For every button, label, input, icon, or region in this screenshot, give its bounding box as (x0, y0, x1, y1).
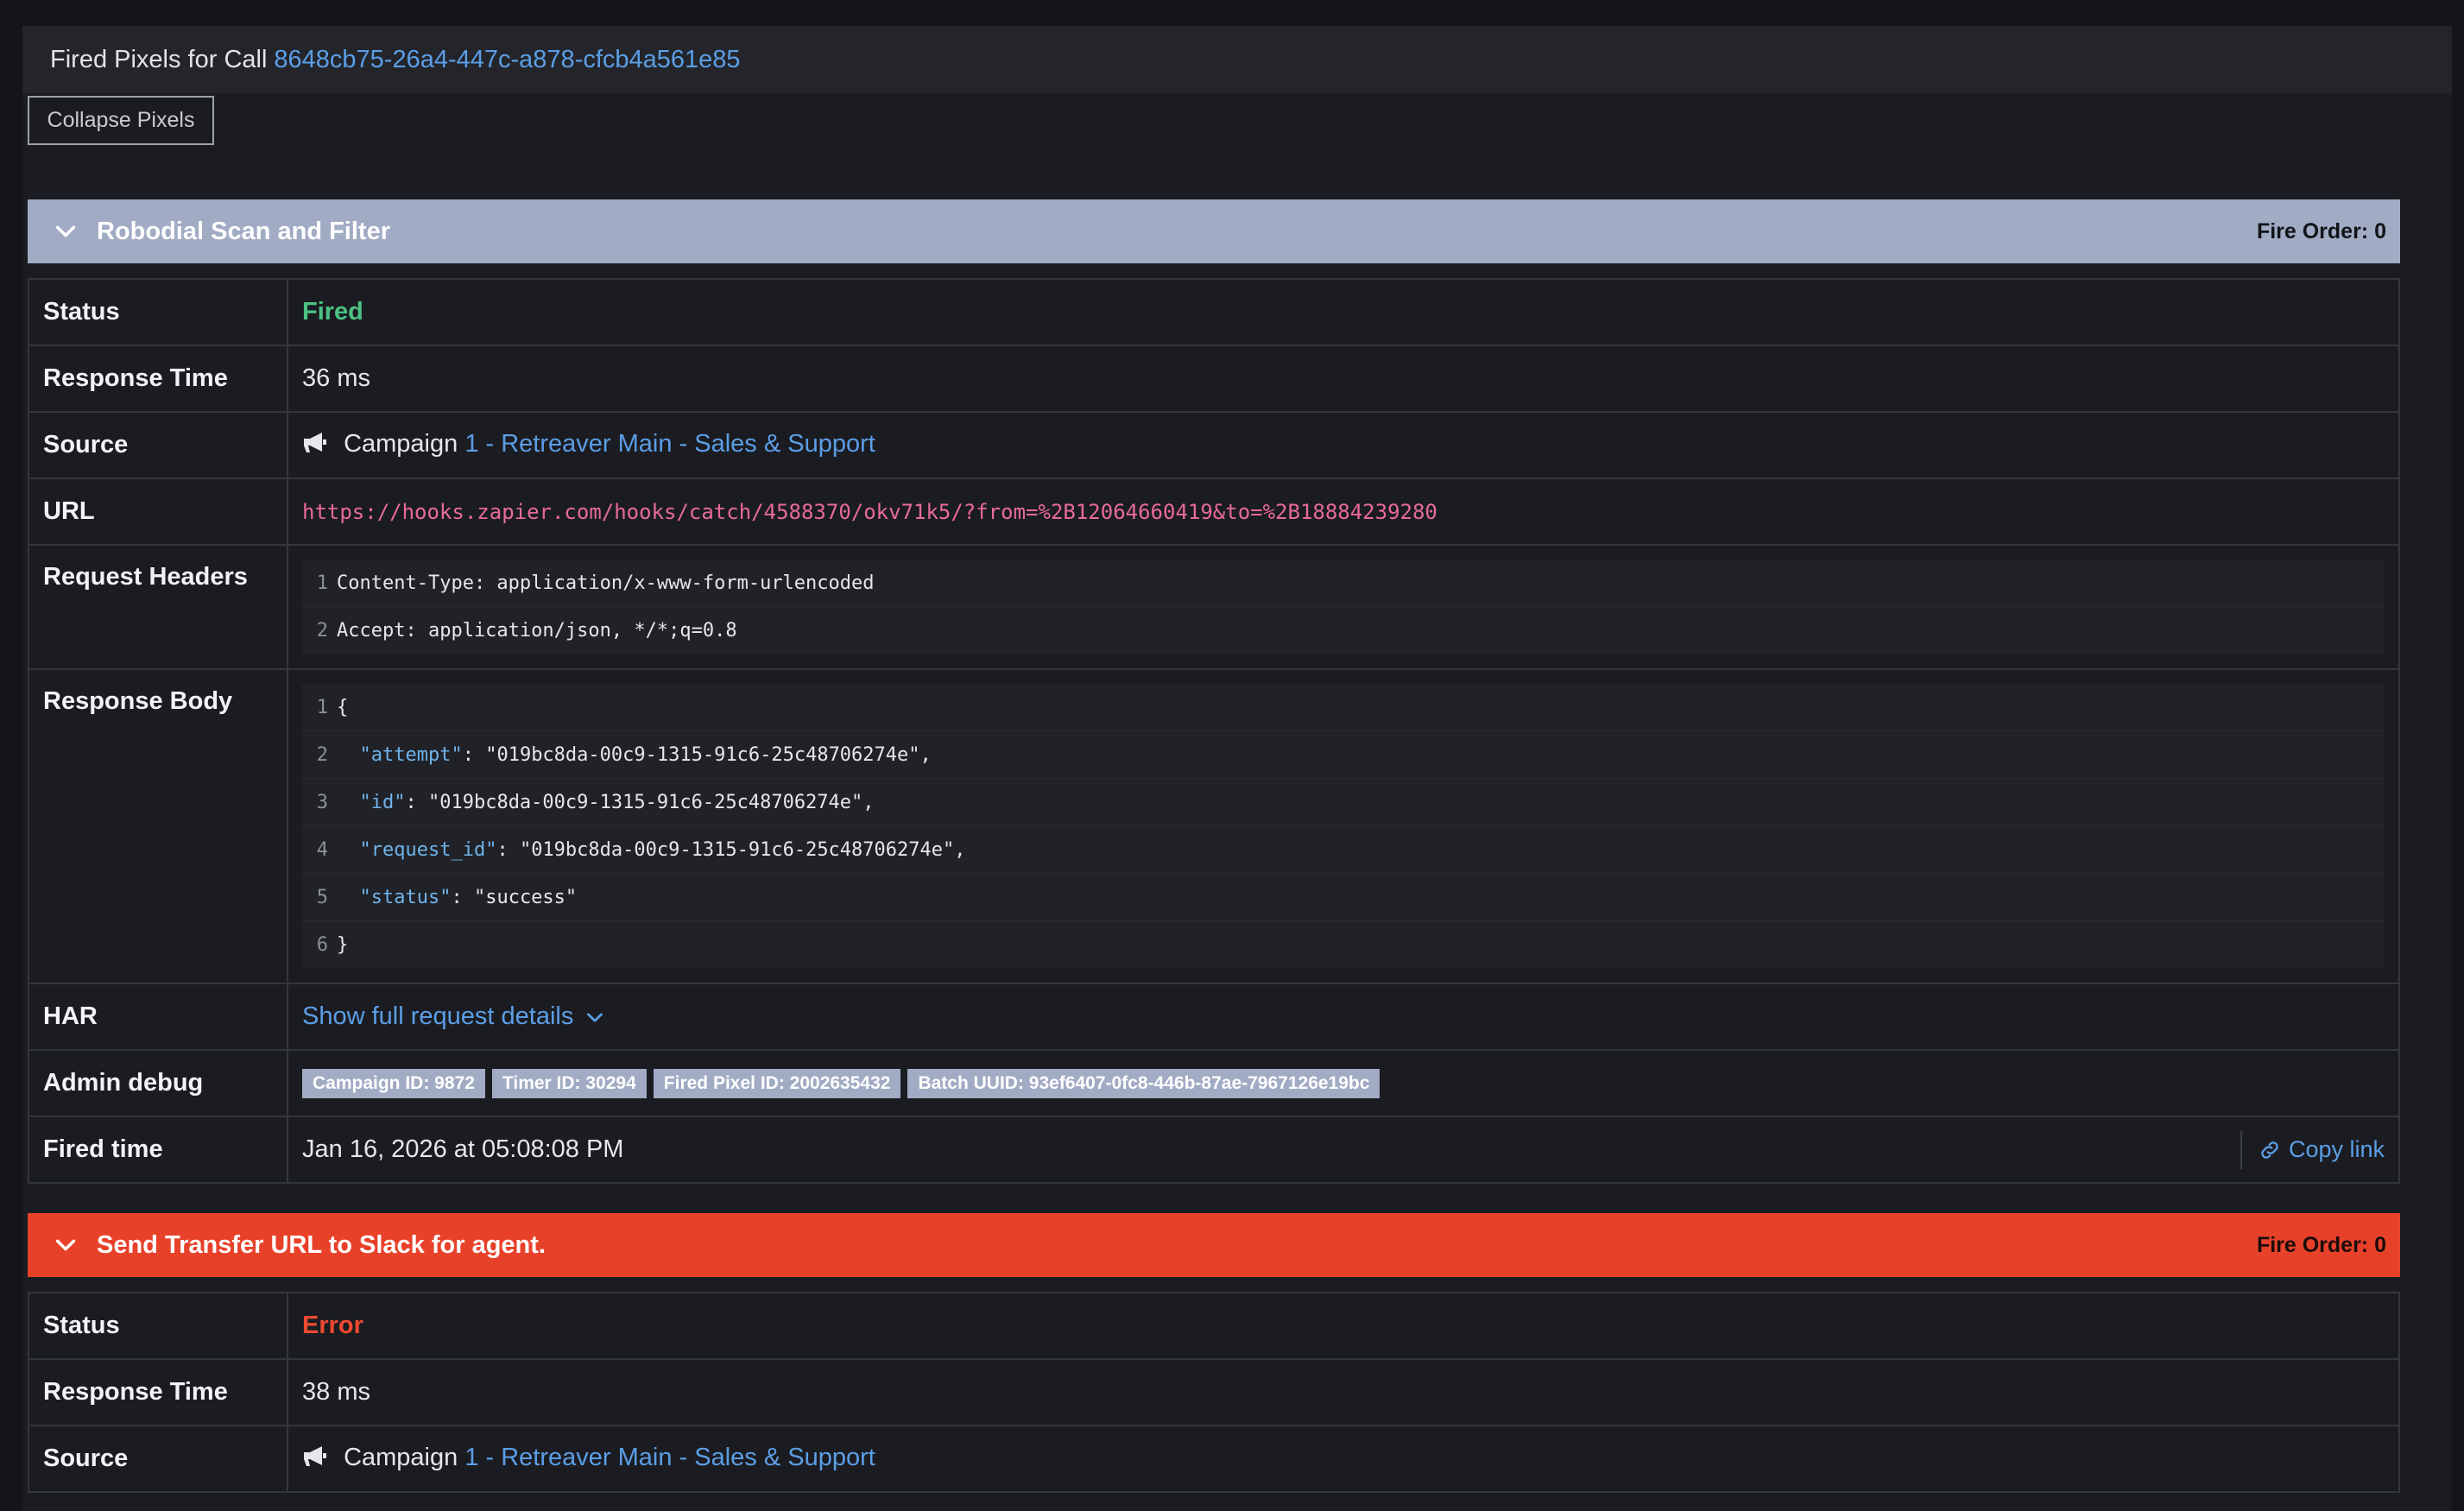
pixel-section-header-robodial[interactable]: Robodial Scan and Filter Fire Order: 0 (28, 199, 2400, 263)
chevron-down-icon (50, 216, 81, 247)
status-label: Status (28, 1292, 288, 1360)
table-row: Status Error (28, 1292, 2400, 1360)
table-row: Source Campaign 1 - Retreaver Main - Sal… (28, 1425, 2400, 1493)
status-value: Fired (302, 298, 363, 326)
fired-time-label: Fired time (28, 1116, 288, 1184)
fired-pixel-id-badge: Fired Pixel ID: 2002635432 (653, 1068, 901, 1098)
code-line: 1{ (302, 684, 2385, 731)
source-prefix: Campaign (344, 1444, 458, 1472)
request-headers-code: 1 Content-Type: application/x-www-form-ur… (302, 560, 2385, 654)
source-label: Source (28, 1425, 288, 1493)
pixel-section-header-slack[interactable]: Send Transfer URL to Slack for agent. Fi… (28, 1213, 2400, 1277)
table-row: Request Headers 1 Content-Type: applicati… (28, 544, 2400, 670)
status-value: Error (302, 1312, 363, 1339)
chevron-down-icon (587, 1012, 603, 1022)
source-label: Source (28, 411, 288, 479)
campaign-link[interactable]: 1 - Retreaver Main - Sales & Support (464, 430, 875, 458)
response-time-value: 36 ms (287, 345, 2400, 413)
code-line: 3 "id": "019bc8da-00c9-1315-91c6-25c4870… (302, 779, 2385, 826)
table-row: Response Body 1{ 2 "attempt": "019bc8da-… (28, 668, 2400, 984)
response-time-value: 38 ms (287, 1358, 2400, 1426)
megaphone-icon (302, 1445, 328, 1474)
collapse-pixels-button[interactable]: Collapse Pixels (28, 96, 214, 145)
panel-header: Fired Pixels for Call 8648cb75-26a4-447c… (22, 26, 2452, 93)
url-label: URL (28, 477, 288, 546)
pixel-title: Robodial Scan and Filter (97, 217, 390, 245)
table-row: Status Fired (28, 278, 2400, 346)
fire-order: Fire Order: 0 (2256, 218, 2386, 243)
admin-debug-label: Admin debug (28, 1049, 288, 1117)
har-label: HAR (28, 983, 288, 1051)
code-line: 4 "request_id": "019bc8da-00c9-1315-91c6… (302, 826, 2385, 874)
timer-id-badge: Timer ID: 30294 (491, 1068, 647, 1098)
chevron-down-icon (50, 1230, 81, 1261)
campaign-id-badge: Campaign ID: 9872 (302, 1068, 485, 1098)
fire-order: Fire Order: 0 (2256, 1232, 2386, 1257)
call-uuid-link[interactable]: 8648cb75-26a4-447c-a878-cfcb4a561e85 (274, 46, 740, 74)
pixel-title: Send Transfer URL to Slack for agent. (97, 1230, 546, 1259)
table-row: Source Campaign 1 - Retreaver Main - Sal… (28, 411, 2400, 479)
response-time-label: Response Time (28, 1358, 288, 1426)
response-body-code: 1{ 2 "attempt": "019bc8da-00c9-1315-91c6… (302, 684, 2385, 969)
table-row: Admin debug Campaign ID: 9872 Timer ID: 3… (28, 1049, 2400, 1117)
panel-title: Fired Pixels for Call (50, 45, 268, 73)
code-line: 6} (316, 934, 349, 956)
table-row: Fired time Jan 16, 2026 at 05:08:08 PM C… (28, 1116, 2400, 1184)
pixel-url: https://hooks.zapier.com/hooks/catch/458… (302, 500, 1437, 524)
table-row: HAR Show full request details (28, 983, 2400, 1051)
fired-time-value: Jan 16, 2026 at 05:08:08 PM (302, 1135, 624, 1163)
table-row: Response Time 38 ms (28, 1358, 2400, 1426)
code-line: 5 "status": "success" (302, 874, 2385, 921)
link-icon (2261, 1141, 2278, 1159)
batch-uuid-badge: Batch UUID: 93ef6407-0fc8-446b-87ae-7967… (907, 1068, 1380, 1098)
pixel-details-table: Status Error Response Time 38 ms Source … (28, 1292, 2400, 1493)
code-line: 2 Accept: application/json, */*;q=0.8 (316, 620, 737, 642)
status-label: Status (28, 278, 288, 346)
show-request-details-link[interactable]: Show full request details (302, 1002, 606, 1031)
response-body-label: Response Body (28, 668, 288, 984)
table-row: URL https://hooks.zapier.com/hooks/catch… (28, 477, 2400, 546)
code-line: 1 Content-Type: application/x-www-form-ur… (302, 560, 2385, 607)
response-time-label: Response Time (28, 345, 288, 413)
megaphone-icon (302, 431, 328, 460)
table-row: Response Time 36 ms (28, 345, 2400, 413)
code-line: 2 "attempt": "019bc8da-00c9-1315-91c6-25… (302, 731, 2385, 779)
pixel-details-table: Status Fired Response Time 36 ms Source … (28, 278, 2400, 1184)
campaign-link[interactable]: 1 - Retreaver Main - Sales & Support (464, 1444, 875, 1471)
request-headers-label: Request Headers (28, 544, 288, 670)
copy-link-button[interactable]: Copy link (2240, 1130, 2385, 1169)
source-prefix: Campaign (344, 430, 458, 458)
